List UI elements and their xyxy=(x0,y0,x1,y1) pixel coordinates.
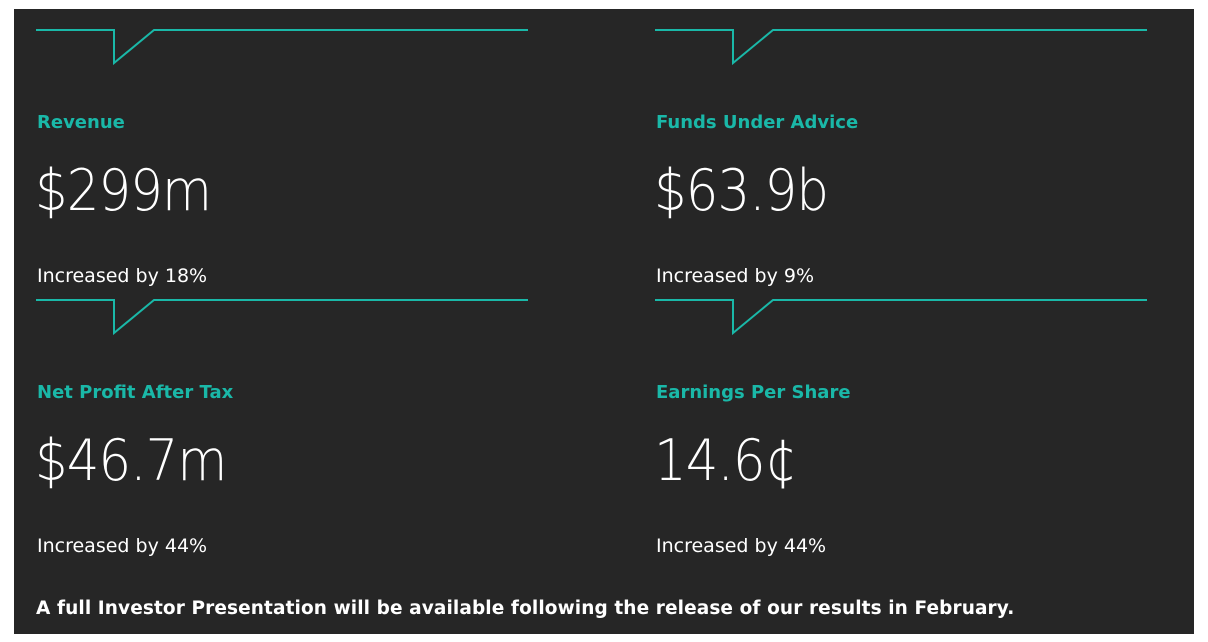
connector-line-icon xyxy=(36,299,528,336)
metric-value: $299m xyxy=(35,158,212,224)
results-panel: Revenue $299m Increased by 18% Funds Und… xyxy=(14,9,1194,634)
metric-label: Earnings Per Share xyxy=(656,382,851,403)
metric-label: Net Profit After Tax xyxy=(37,382,234,403)
metric-change: Increased by 44% xyxy=(37,535,208,557)
metric-change: Increased by 18% xyxy=(37,265,208,287)
metric-change: Increased by 44% xyxy=(656,535,827,557)
metric-net-profit-after-tax: Net Profit After Tax $46.7m Increased by… xyxy=(14,299,528,559)
metric-label: Funds Under Advice xyxy=(656,112,859,133)
connector-line-icon xyxy=(655,29,1147,66)
metric-value: $63.9b xyxy=(654,158,829,224)
metric-label: Revenue xyxy=(37,112,125,133)
metric-value: $46.7m xyxy=(35,428,227,494)
footnote: A full Investor Presentation will be ava… xyxy=(36,598,1015,619)
metric-earnings-per-share: Earnings Per Share 14.6¢ Increased by 44… xyxy=(633,299,1147,559)
metric-change: Increased by 9% xyxy=(656,265,814,287)
metric-value: 14.6¢ xyxy=(654,428,797,494)
connector-line-icon xyxy=(655,299,1147,336)
connector-line-icon xyxy=(36,29,528,66)
metric-revenue: Revenue $299m Increased by 18% xyxy=(14,29,528,289)
metric-funds-under-advice: Funds Under Advice $63.9b Increased by 9… xyxy=(633,29,1147,289)
